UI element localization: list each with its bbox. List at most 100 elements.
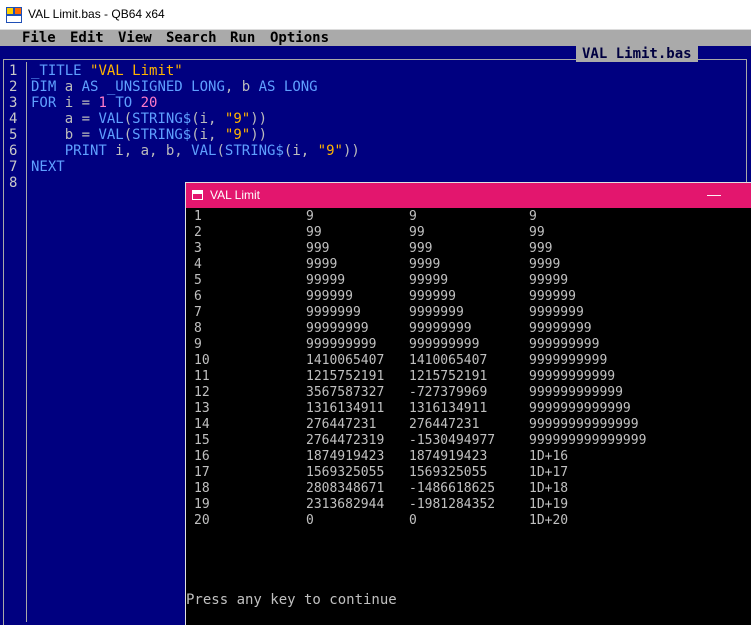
output-cell: 18 — [194, 481, 210, 496]
minimize-button[interactable]: — — [707, 186, 721, 202]
menu-file[interactable]: File — [22, 31, 56, 45]
output-cell: 9 — [194, 337, 202, 352]
output-cell: 9999999 — [529, 305, 584, 320]
code-token: FOR — [31, 95, 57, 111]
output-cell: 1 — [194, 209, 202, 224]
output-cell: 4 — [194, 257, 202, 272]
code-token: _TITLE — [31, 63, 82, 79]
code-line-2: DIM a AS _UNSIGNED LONG, b AS LONG — [31, 79, 318, 95]
output-cell: -1486618625 — [409, 481, 496, 496]
output-cell: 8 — [194, 321, 202, 336]
output-cell: 99999 — [306, 273, 346, 288]
output-cell: 9 — [409, 209, 417, 224]
code-token: AS _UNSIGNED LONG — [81, 79, 225, 95]
code-token: "9" — [224, 111, 251, 127]
press-any-key-text: Press any key to continue — [186, 592, 397, 608]
window-title: VAL Limit.bas - QB64 x64 — [28, 7, 165, 21]
code-token: NEXT — [31, 159, 65, 175]
menu-view[interactable]: View — [118, 31, 152, 45]
output-cell: 14 — [194, 417, 210, 432]
code-token: b = — [31, 127, 99, 143]
output-cell: 999999999 — [409, 337, 480, 352]
output-cell: 11 — [194, 369, 210, 384]
output-cell: 1410065407 — [306, 353, 385, 368]
output-cell: 9999999999999 — [529, 401, 631, 416]
code-token: "9" — [317, 143, 343, 159]
output-cell: 1874919423 — [306, 449, 385, 464]
output-cell: -1530494977 — [409, 433, 496, 448]
output-cell: 99999999 — [409, 321, 472, 336]
code-token: ( — [216, 143, 225, 159]
output-cell: 99999999 — [306, 321, 369, 336]
code-token: TO — [115, 95, 133, 111]
output-cell: 15 — [194, 433, 210, 448]
output-cell: 1569325055 — [409, 465, 488, 480]
output-cell: 2764472319 — [306, 433, 385, 448]
output-cell: 20 — [194, 513, 210, 528]
output-cell: 0 — [409, 513, 417, 528]
output-cell: 7 — [194, 305, 202, 320]
output-cell: 99999 — [529, 273, 569, 288]
output-cell: 999999 — [306, 289, 353, 304]
output-cell: 999999 — [529, 289, 576, 304]
menu-search[interactable]: Search — [166, 31, 217, 45]
output-cell: 999 — [409, 241, 433, 256]
output-cell: 13 — [194, 401, 210, 416]
output-cell: 2 — [194, 225, 202, 240]
line-number: 1 — [9, 63, 18, 79]
menu-options[interactable]: Options — [270, 31, 329, 45]
code-line-5: b = VAL(STRING$(i, "9")) — [31, 127, 267, 143]
output-cell: 276447231 — [409, 417, 480, 432]
output-cell: 999999999 — [529, 337, 600, 352]
code-line-4: a = VAL(STRING$(i, "9")) — [31, 111, 267, 127]
output-cell: 2313682944 — [306, 497, 385, 512]
code-token: DIM — [31, 79, 57, 95]
output-cell: 1215752191 — [409, 369, 488, 384]
code-token: (i, — [191, 111, 225, 127]
output-cell: 17 — [194, 465, 210, 480]
output-cell: 99999999 — [529, 321, 592, 336]
code-token: VAL — [98, 111, 124, 127]
output-cell: 9999999 — [306, 305, 361, 320]
output-window[interactable]: VAL Limit — 1 9 9 9 2 99 99 99 3 999 999 999 4 9999 99… — [185, 182, 751, 625]
output-cell: 99 — [306, 225, 322, 240]
code-token: )) — [250, 127, 268, 143]
code-token: VAL — [191, 143, 217, 159]
output-cell: 1D+17 — [529, 465, 569, 480]
output-cell: 99 — [409, 225, 425, 240]
output-cell: 1316134911 — [306, 401, 385, 416]
line-number: 7 — [9, 159, 18, 175]
output-cell: 1D+20 — [529, 513, 569, 528]
output-cell: 1569325055 — [306, 465, 385, 480]
output-cell: 9 — [529, 209, 537, 224]
output-cell: -1981284352 — [409, 497, 496, 512]
output-cell: 99 — [529, 225, 545, 240]
line-number: 3 — [9, 95, 18, 111]
output-cell: 999999999999999 — [529, 433, 647, 448]
window-icon — [192, 190, 203, 200]
output-cell: 9 — [306, 209, 314, 224]
output-cell: 999999999 — [306, 337, 377, 352]
output-cell: 1D+19 — [529, 497, 569, 512]
code-token: PRINT — [64, 143, 107, 159]
code-token: )) — [342, 143, 360, 159]
line-number: 6 — [9, 143, 18, 159]
output-titlebar[interactable]: VAL Limit — — [186, 183, 751, 208]
output-title: VAL Limit — [210, 188, 261, 202]
output-cell: 999999 — [409, 289, 456, 304]
menu-edit[interactable]: Edit — [70, 31, 104, 45]
output-cell: 1D+18 — [529, 481, 569, 496]
code-token: "9" — [224, 127, 251, 143]
code-line-6: PRINT i, a, b, VAL(STRING$(i, "9")) — [31, 143, 360, 159]
code-token: )) — [250, 111, 268, 127]
output-cell: 999 — [529, 241, 553, 256]
output-cell: 999 — [306, 241, 330, 256]
output-cell: 99999999999 — [529, 369, 616, 384]
qb64-app-icon — [6, 7, 22, 23]
menu-run[interactable]: Run — [230, 31, 255, 45]
line-number: 5 — [9, 127, 18, 143]
output-cell: 276447231 — [306, 417, 377, 432]
code-token: (i, — [283, 143, 318, 159]
code-token: "VAL Limit" — [90, 63, 183, 79]
